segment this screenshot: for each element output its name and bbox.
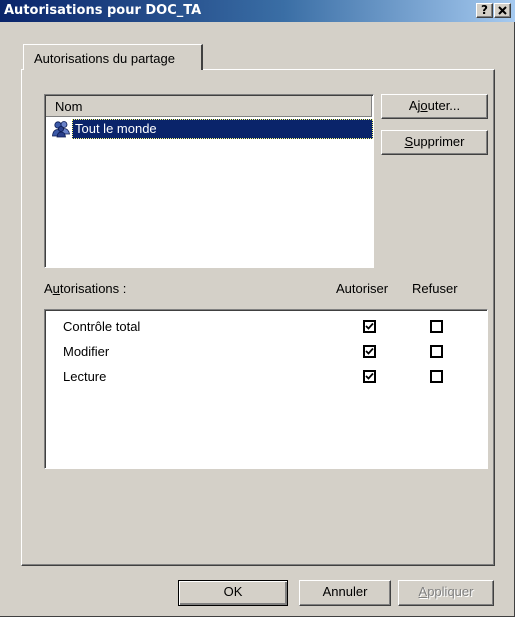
close-button[interactable] [494, 3, 511, 18]
close-icon [498, 6, 507, 15]
checkmark-icon [365, 347, 374, 355]
tab-label: Autorisations du partage [34, 51, 175, 66]
add-button[interactable]: Ajouter... [381, 94, 488, 119]
list-item-label: Tout le monde [72, 119, 373, 139]
remove-button[interactable]: Supprimer [381, 130, 488, 155]
permission-label-modify: Modifier [63, 344, 110, 359]
deny-modify-checkbox[interactable] [430, 345, 443, 358]
permissions-list: Contrôle total Modifier Lecture [44, 309, 488, 469]
allow-read-checkbox[interactable] [363, 370, 376, 383]
permission-label-read: Lecture [63, 369, 107, 384]
checkmark-icon [365, 372, 374, 380]
deny-read-checkbox[interactable] [430, 370, 443, 383]
permission-label-full-control: Contrôle total [63, 319, 141, 334]
cancel-button[interactable]: Annuler [299, 580, 391, 606]
tab-share-permissions[interactable]: Autorisations du partage [23, 44, 203, 70]
help-button[interactable]: ? [476, 3, 493, 18]
window-title: Autorisations pour DOC_TA [4, 3, 202, 18]
column-header-name[interactable]: Nom [46, 96, 372, 117]
permissions-label: Autorisations : [44, 281, 127, 296]
permissions-dialog: Autorisations pour DOC_TA ? Autorisation… [0, 0, 515, 617]
deny-column-header: Refuser [412, 281, 458, 296]
ok-button[interactable]: OK [178, 580, 288, 606]
users-group-icon [51, 120, 71, 141]
deny-full-control-checkbox[interactable] [430, 320, 443, 333]
checkmark-icon [365, 322, 374, 330]
list-item[interactable]: Tout le monde [47, 119, 373, 139]
users-list[interactable]: Nom Tout le monde [44, 94, 374, 268]
allow-full-control-checkbox[interactable] [363, 320, 376, 333]
apply-button[interactable]: Appliquer [398, 580, 494, 606]
allow-column-header: Autoriser [336, 281, 389, 296]
title-bar[interactable]: Autorisations pour DOC_TA ? [0, 0, 515, 22]
allow-modify-checkbox[interactable] [363, 345, 376, 358]
